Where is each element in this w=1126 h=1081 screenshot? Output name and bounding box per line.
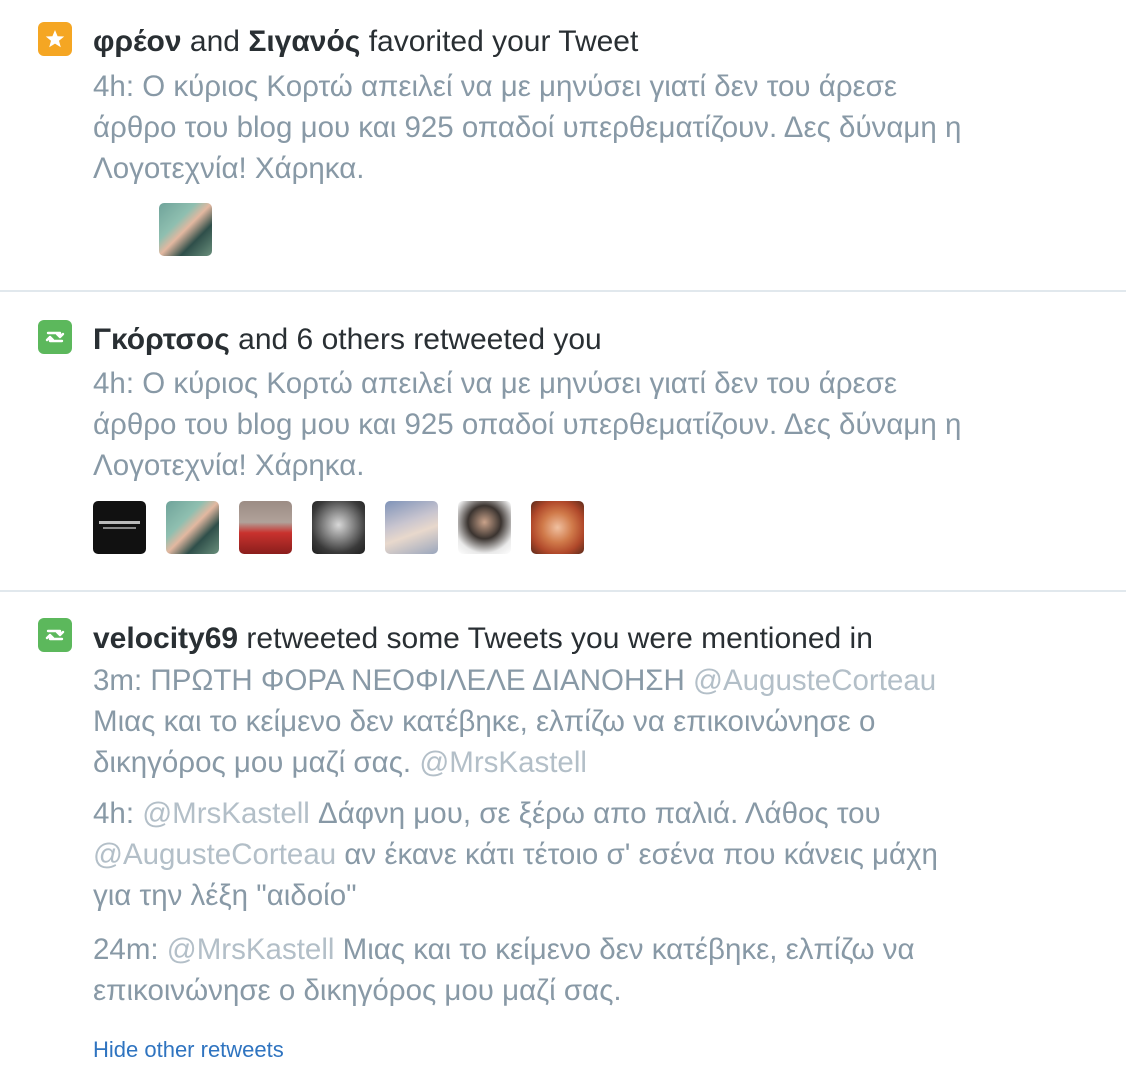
- mention-link[interactable]: @MrsKastell: [134, 797, 310, 830]
- avatar[interactable]: [458, 501, 511, 554]
- mention-link[interactable]: @AugusteCorteau: [93, 838, 336, 871]
- avatar[interactable]: [166, 501, 219, 554]
- star-icon: [38, 22, 72, 56]
- tweet-text[interactable]: 4h: Ο κύριος Κορτώ απειλεί να με μηνύσει…: [93, 363, 1103, 486]
- notification-headline: velocity69 retweeted some Tweets you wer…: [93, 622, 873, 655]
- avatar[interactable]: [93, 501, 146, 554]
- avatar-row: [159, 203, 212, 256]
- notification-retweet[interactable]: Γκόρτσος and 6 others retweeted you 4h: …: [0, 292, 1126, 590]
- notification-headline: φρέον and Σιγανός favorited your Tweet: [93, 25, 639, 58]
- hide-other-retweets-link[interactable]: Hide other retweets: [93, 1037, 284, 1063]
- mention-link[interactable]: @MrsKastell: [159, 933, 335, 966]
- avatar-row: [93, 501, 584, 554]
- user-link[interactable]: φρέον: [93, 25, 182, 58]
- user-link[interactable]: Γκόρτσος: [93, 323, 230, 356]
- retweet-icon: [38, 618, 72, 652]
- tweet-text[interactable]: 24m: @MrsKastell Μιας και το κείμενο δεν…: [93, 929, 1103, 1011]
- tweet-text[interactable]: 4h: @MrsKastell Δάφνη μου, σε ξέρω απο π…: [93, 793, 1103, 916]
- mention-link[interactable]: @AugusteCorteau: [693, 664, 936, 697]
- user-link[interactable]: Σιγανός: [248, 25, 360, 58]
- avatar[interactable]: [239, 501, 292, 554]
- notification-headline: Γκόρτσος and 6 others retweeted you: [93, 323, 602, 356]
- tweet-text[interactable]: 4h: Ο κύριος Κορτώ απειλεί να με μηνύσει…: [93, 66, 1103, 189]
- user-link[interactable]: velocity69: [93, 622, 238, 655]
- mention-link[interactable]: @MrsKastell: [419, 746, 587, 779]
- avatar[interactable]: [385, 501, 438, 554]
- avatar[interactable]: [531, 501, 584, 554]
- tweet-text[interactable]: 3m: ΠΡΩΤΗ ΦΟΡΑ ΝΕΟΦΙΛΕΛΕ ΔΙΑΝΟΗΣΗ @Augus…: [93, 660, 1103, 783]
- notification-retweet-mentions[interactable]: velocity69 retweeted some Tweets you wer…: [0, 592, 1126, 1081]
- retweet-icon: [38, 320, 72, 354]
- avatar[interactable]: [159, 203, 212, 256]
- avatar[interactable]: [312, 501, 365, 554]
- notifications-feed: φρέον and Σιγανός favorited your Tweet 4…: [0, 0, 1126, 1081]
- notification-favorite[interactable]: φρέον and Σιγανός favorited your Tweet 4…: [0, 0, 1126, 290]
